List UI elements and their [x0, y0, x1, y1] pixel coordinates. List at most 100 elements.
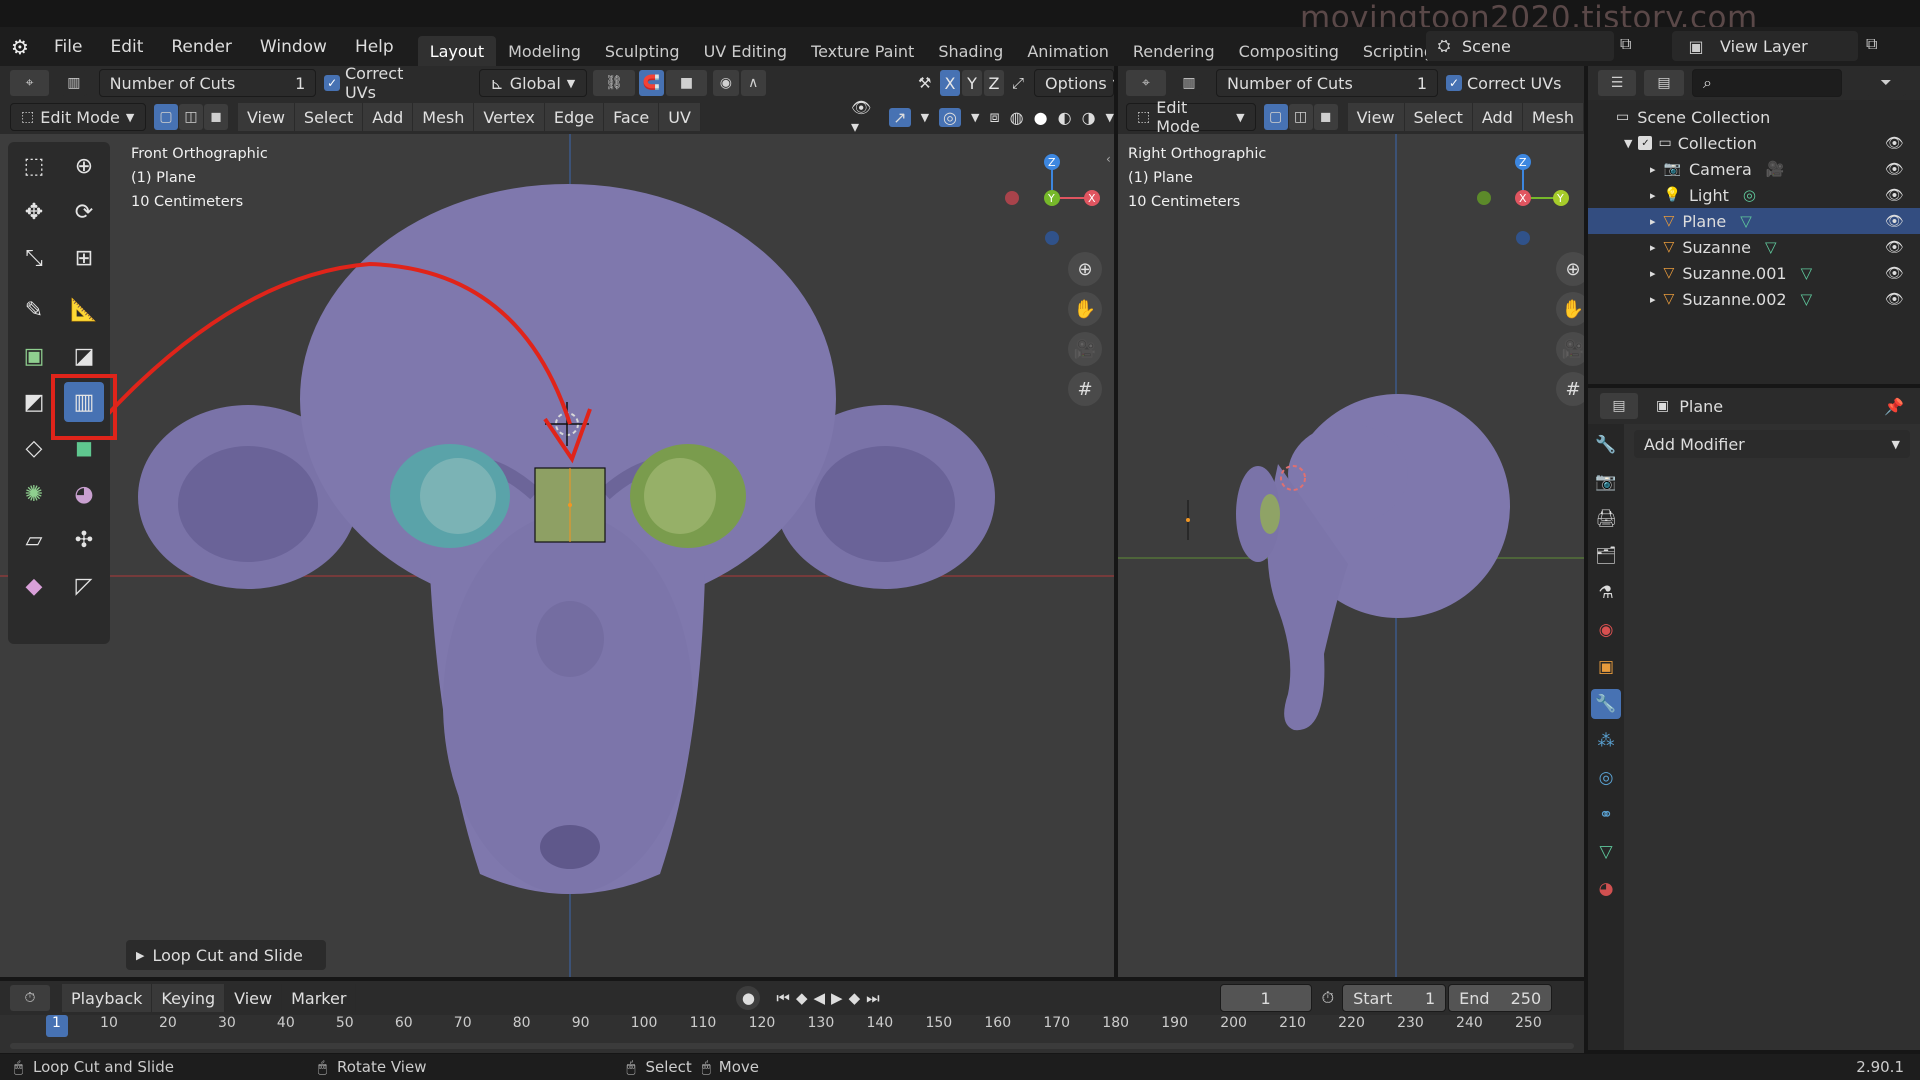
filter-icon[interactable]: ⏷ [1866, 70, 1906, 96]
select-box-tool-icon[interactable]: ⬚ [14, 146, 54, 186]
tab-sculpting[interactable]: Sculpting [593, 36, 692, 66]
chevron-down-icon[interactable]: ▼ [921, 111, 929, 124]
mode-dropdown[interactable]: ⬚ Edit Mode ▼ [10, 103, 146, 131]
eye-icon[interactable]: 👁 [1885, 290, 1904, 308]
blender-logo-icon[interactable]: ⚙ [0, 35, 40, 59]
scale-tool-icon[interactable]: ⤡ [14, 238, 54, 278]
expand-arrow-icon[interactable]: ▸ [1650, 215, 1656, 228]
new-scene-icon[interactable]: ⧉ [1620, 34, 1631, 54]
menu-view[interactable]: View [237, 103, 295, 131]
checkbox-checked-icon[interactable]: ✓ [1638, 136, 1653, 150]
extrude-tool-icon[interactable]: ▣ [14, 336, 54, 376]
eye-icon[interactable]: 👁 [1885, 134, 1904, 152]
camera-view-icon[interactable]: 🎥 [1556, 332, 1584, 366]
material-shading-icon[interactable]: ◐ [1058, 108, 1072, 127]
chevron-down-icon[interactable]: ▼ [1106, 111, 1114, 124]
expand-arrow-icon[interactable]: ▸ [1650, 293, 1656, 306]
mirror-z-toggle[interactable]: Z [983, 70, 1004, 96]
menu-uv[interactable]: UV [659, 103, 701, 131]
outliner-row-suzanne[interactable]: ▸ ▽ Suzanne ▽ 👁 [1588, 234, 1920, 260]
cursor-tool-icon[interactable]: ⊕ [64, 146, 104, 186]
transform-tool-icon[interactable]: ⊞ [64, 238, 104, 278]
editor-type-icon[interactable]: ⌖ [1126, 70, 1166, 96]
pan-hand-icon[interactable]: ✋ [1556, 292, 1584, 326]
menu-file[interactable]: File [40, 27, 96, 66]
mirror-x-toggle[interactable]: X [939, 70, 960, 96]
world-tab-icon[interactable]: ◉ [1591, 615, 1621, 645]
tab-animation[interactable]: Animation [1015, 36, 1121, 66]
next-keyframe-icon[interactable]: ◆ [849, 989, 861, 1007]
vertex-select-icon[interactable]: ▢ [153, 104, 178, 130]
outliner-row-suzanne-002[interactable]: ▸ ▽ Suzanne.002 ▽ 👁 [1588, 286, 1920, 312]
scene-collection-row[interactable]: ▭ Scene Collection [1588, 104, 1920, 130]
menu-vertex[interactable]: Vertex [474, 103, 545, 131]
pan-hand-icon[interactable]: ✋ [1068, 292, 1102, 326]
menu-keying[interactable]: Keying [152, 984, 226, 1012]
expand-arrow-icon[interactable]: ▸ [1650, 241, 1656, 254]
solid-shading-icon[interactable]: ● [1034, 108, 1048, 127]
face-select-icon[interactable]: ◼ [1313, 104, 1338, 130]
start-frame-field[interactable]: Start 1 [1342, 984, 1447, 1012]
rip-tool-icon[interactable]: ◸ [64, 566, 104, 606]
play-reverse-icon[interactable]: ◀ [813, 989, 825, 1007]
add-modifier-dropdown[interactable]: Add Modifier ▼ [1634, 430, 1910, 458]
proportional-edit-icon[interactable]: ◉ [713, 70, 739, 96]
pin-icon[interactable]: 📌 [1884, 397, 1904, 416]
move-tool-icon[interactable]: ✥ [14, 192, 54, 232]
expand-arrow-icon[interactable]: ▸ [1650, 163, 1656, 176]
scene-selector[interactable]: ⛭ Scene [1426, 31, 1614, 61]
menu-add[interactable]: Add [1472, 103, 1523, 131]
output-tab-icon[interactable]: 🖨 [1591, 504, 1621, 534]
eye-icon[interactable]: 👁 [1885, 212, 1904, 230]
outliner-row-suzanne-001[interactable]: ▸ ▽ Suzanne.001 ▽ 👁 [1588, 260, 1920, 286]
left-3d-viewport[interactable]: Z Y X Front Orthographic (1) Plane 10 Ce… [0, 134, 1114, 977]
menu-mesh[interactable]: Mesh [1522, 103, 1584, 131]
pivot-point-icon[interactable]: ⛓ [593, 70, 635, 96]
options-dropdown[interactable]: Options ▼ [1033, 69, 1121, 97]
object-tab-icon[interactable]: ▣ [1591, 652, 1621, 682]
snap-target-icon[interactable]: ■ [665, 70, 708, 96]
menu-mesh[interactable]: Mesh [413, 103, 475, 131]
tab-texture-paint[interactable]: Texture Paint [799, 36, 926, 66]
play-icon[interactable]: ▶ [831, 989, 843, 1007]
view-layer-tab-icon[interactable]: 🗂 [1591, 541, 1621, 571]
record-icon[interactable]: ● [736, 986, 761, 1010]
edge-select-icon[interactable]: ◫ [178, 104, 203, 130]
menu-render[interactable]: Render [157, 27, 246, 66]
visibility-icon[interactable]: 👁▾ [851, 98, 879, 136]
tab-modeling[interactable]: Modeling [496, 36, 593, 66]
xray-toggle-icon[interactable]: ⧈ [989, 107, 999, 127]
zoom-icon[interactable]: ⊕ [1068, 252, 1102, 286]
jump-start-icon[interactable]: ⏮ [776, 989, 790, 1007]
knife-tool-icon[interactable]: ◇ [14, 428, 54, 468]
ortho-grid-icon[interactable]: # [1068, 372, 1102, 406]
physics-tab-icon[interactable]: ◎ [1591, 763, 1621, 793]
tab-uv-editing[interactable]: UV Editing [692, 36, 799, 66]
edge-select-icon[interactable]: ◫ [1288, 104, 1313, 130]
menu-playback[interactable]: Playback [62, 984, 153, 1012]
mirror-icon[interactable]: ⚒ [918, 74, 940, 92]
expand-arrow-icon[interactable]: ▸ [1650, 189, 1656, 202]
data-tab-icon[interactable]: ▽ [1591, 837, 1621, 867]
mesh-data-icon[interactable]: ▽ [1765, 238, 1777, 256]
tool-tab-icon[interactable]: 🔧 [1591, 430, 1621, 460]
stopwatch-icon[interactable]: ⏱ [1322, 988, 1334, 1008]
end-frame-field[interactable]: End 250 [1448, 984, 1553, 1012]
inset-tool-icon[interactable]: ◪ [64, 336, 104, 376]
shrink-fatten-tool-icon[interactable]: ✣ [64, 520, 104, 560]
ortho-grid-icon[interactable]: # [1556, 372, 1584, 406]
view-layer-selector[interactable]: ▣ View Layer [1672, 31, 1858, 61]
face-select-icon[interactable]: ◼ [203, 104, 228, 130]
camera-view-icon[interactable]: 🎥 [1068, 332, 1102, 366]
scene-tab-icon[interactable]: ⚗ [1591, 578, 1621, 608]
right-3d-viewport[interactable]: Z X Y Right Orthographic (1) Plane 10 Ce… [1118, 134, 1584, 977]
menu-marker[interactable]: Marker [282, 984, 357, 1012]
light-data-icon[interactable]: ◎ [1743, 186, 1756, 204]
menu-add[interactable]: Add [363, 103, 414, 131]
annotate-tool-icon[interactable]: ✎ [14, 290, 54, 330]
gizmo-toggle-icon[interactable]: ↗ [889, 107, 911, 127]
properties-editor-icon[interactable]: ▤ [1600, 393, 1638, 419]
menu-edge[interactable]: Edge [544, 103, 605, 131]
shear-tool-icon[interactable]: ◆ [14, 566, 54, 606]
topology-mirror-icon[interactable]: ⤢ [1012, 74, 1024, 92]
